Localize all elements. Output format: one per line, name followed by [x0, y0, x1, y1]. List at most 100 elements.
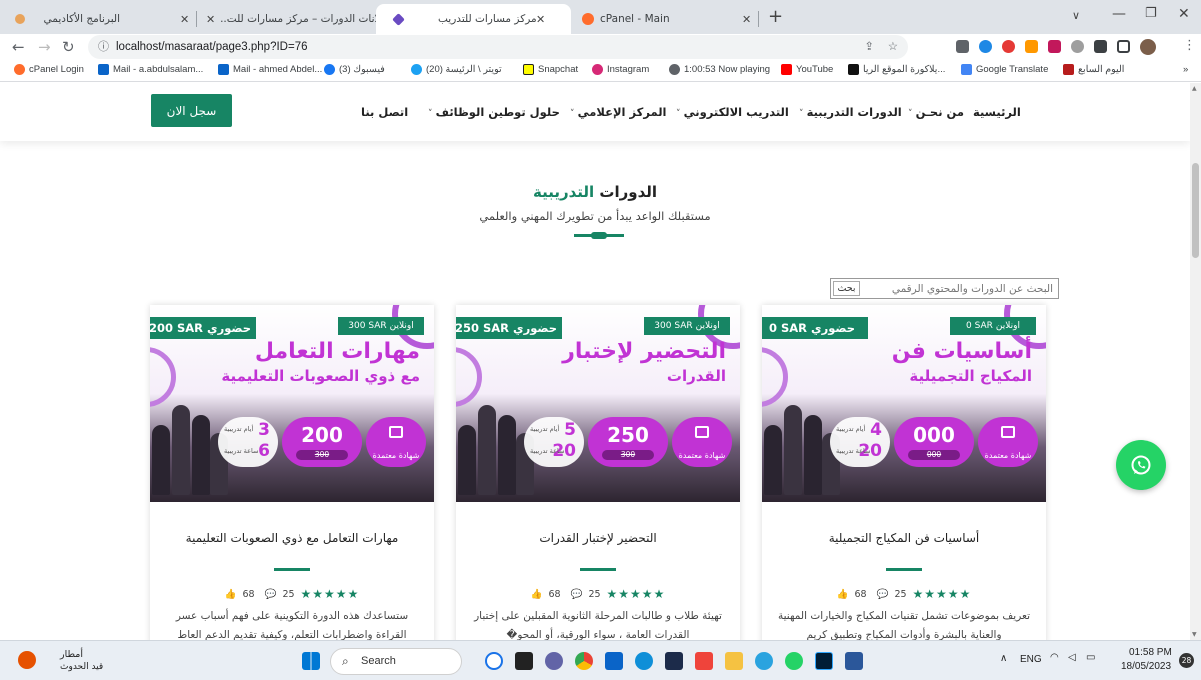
- teams-icon[interactable]: [545, 652, 563, 670]
- bookmark-item[interactable]: (20) تويتر \ الرئيسة: [411, 64, 502, 75]
- extension-icon[interactable]: [956, 40, 969, 53]
- course-title[interactable]: أساسيات فن المكياج التجميلية: [762, 531, 1046, 545]
- profile-avatar[interactable]: [1140, 39, 1156, 55]
- bookmark-item[interactable]: اليوم السابع: [1063, 64, 1124, 75]
- url-field[interactable]: ⓘ localhost/masaraat/page3.php?ID=76 ⇪ ☆: [88, 35, 908, 59]
- extension-icon[interactable]: [1071, 40, 1084, 53]
- browser-tab-3[interactable]: ✕ مركز مسارات للتدريب: [376, 4, 571, 34]
- search-button[interactable]: بحث: [833, 281, 860, 296]
- bookmarks-overflow-icon[interactable]: »: [1183, 64, 1188, 75]
- tab-close-icon[interactable]: ✕: [206, 13, 215, 26]
- tab-close-icon[interactable]: ✕: [180, 13, 189, 26]
- instagram-icon: [592, 64, 603, 75]
- clock-date[interactable]: 18/05/2023: [1121, 661, 1171, 672]
- extension-icon[interactable]: [979, 40, 992, 53]
- nav-home[interactable]: الرئيسية: [973, 105, 1021, 119]
- nav-media-center[interactable]: المركز الإعلامي ˅: [570, 105, 666, 119]
- nav-job-localization[interactable]: حلول توطين الوظائف ˅: [428, 105, 560, 119]
- whatsapp-button[interactable]: [1116, 440, 1166, 490]
- wifi-icon[interactable]: ◠: [1050, 652, 1059, 663]
- browser-tab-1[interactable]: ✕ البرنامج الأكاديمي: [0, 4, 200, 34]
- register-button[interactable]: سجل الان: [151, 94, 232, 127]
- new-tab-icon[interactable]: +: [768, 6, 783, 27]
- volume-icon[interactable]: ◁: [1068, 652, 1076, 663]
- file-explorer-icon[interactable]: [725, 652, 743, 670]
- share-icon[interactable]: ⇪: [864, 35, 874, 59]
- forward-icon[interactable]: →: [38, 38, 51, 56]
- maximize-icon[interactable]: ❐: [1145, 6, 1157, 21]
- bookmark-item[interactable]: YouTube: [781, 64, 833, 75]
- search-input[interactable]: [865, 279, 1057, 298]
- windows-start-icon[interactable]: [302, 652, 320, 670]
- clock-time[interactable]: 01:58 PM: [1129, 647, 1172, 658]
- bookmark-item[interactable]: Instagram: [592, 64, 649, 75]
- scroll-up-icon[interactable]: ▲: [1192, 85, 1197, 92]
- course-image[interactable]: اونلاين 0 SAR حضوري 0 SAR أساسيات فن الم…: [762, 305, 1046, 502]
- bookmark-item[interactable]: Google Translate: [961, 64, 1048, 75]
- tray-overflow-icon[interactable]: ∧: [1000, 653, 1007, 664]
- bookmark-item[interactable]: 1:00:53 Now playing: [669, 64, 770, 75]
- taskbar-search[interactable]: ⌕ Search: [330, 648, 462, 675]
- site-info-icon[interactable]: ⓘ: [98, 35, 109, 59]
- telegram-icon[interactable]: [755, 652, 773, 670]
- bookmark-item[interactable]: Snapchat: [523, 64, 578, 75]
- bing-icon[interactable]: [485, 652, 503, 670]
- anydesk-icon[interactable]: [695, 652, 713, 670]
- comments-icon[interactable]: 💬: [571, 589, 583, 600]
- scroll-down-icon[interactable]: ▼: [1192, 631, 1197, 638]
- extension-icon[interactable]: [1025, 40, 1038, 53]
- course-title[interactable]: التحضير لإختبار القدرات: [456, 531, 740, 545]
- bookmark-item[interactable]: Mail - a.abdulsalam...: [98, 64, 203, 75]
- photoshop-icon[interactable]: [815, 652, 833, 670]
- edge-icon[interactable]: [635, 652, 653, 670]
- battery-icon[interactable]: ▭: [1086, 652, 1095, 663]
- tab-search-icon[interactable]: ∨: [1072, 9, 1080, 22]
- task-view-icon[interactable]: [515, 652, 533, 670]
- comments-icon[interactable]: 💬: [877, 589, 889, 600]
- tab-close-icon[interactable]: ✕: [742, 13, 751, 26]
- extensions-puzzle-icon[interactable]: [1094, 40, 1107, 53]
- bookmark-item[interactable]: يلاكورة الموقع الريا...: [848, 64, 945, 75]
- chrome-icon[interactable]: [575, 652, 593, 670]
- likes-count: 68: [242, 588, 255, 600]
- course-card[interactable]: اونلاين 300 SAR حضوري 250 SAR التحضير لإ…: [456, 305, 740, 640]
- close-window-icon[interactable]: ✕: [1178, 6, 1190, 22]
- likes-icon[interactable]: 👍: [837, 589, 849, 600]
- bookmark-item[interactable]: cPanel Login: [14, 64, 84, 75]
- weather-widget[interactable]: أمطار قيد الحدوث: [18, 649, 108, 675]
- bookmark-item[interactable]: Mail - ahmed Abdel...: [218, 64, 322, 75]
- nav-contact[interactable]: اتصل بنا: [361, 105, 408, 119]
- likes-icon[interactable]: 👍: [225, 589, 237, 600]
- extension-icon[interactable]: [1002, 40, 1015, 53]
- nav-about[interactable]: من نحـن ˅: [908, 105, 964, 119]
- tab-close-icon[interactable]: ✕: [536, 13, 545, 26]
- outlook-icon[interactable]: [605, 652, 623, 670]
- online-price-badge: اونلاين 300 SAR: [338, 317, 424, 335]
- bookmark-star-icon[interactable]: ☆: [888, 35, 898, 59]
- side-panel-icon[interactable]: [1117, 40, 1130, 53]
- app-icon[interactable]: [665, 652, 683, 670]
- word-icon[interactable]: [845, 652, 863, 670]
- extension-icon[interactable]: [1048, 40, 1061, 53]
- whatsapp-taskbar-icon[interactable]: [785, 652, 803, 670]
- course-image[interactable]: اونلاين 300 SAR حضوري 200 SAR مهارات الت…: [150, 305, 434, 502]
- rating-stars: ★★★★★: [912, 587, 972, 601]
- page-scrollbar[interactable]: ▲ ▼: [1190, 83, 1201, 640]
- bookmark-item[interactable]: (3) فيسبوك: [324, 64, 385, 75]
- reload-icon[interactable]: ↻: [62, 38, 75, 56]
- course-title[interactable]: مهارات التعامل مع ذوي الصعوبات التعليمية: [150, 531, 434, 545]
- language-indicator[interactable]: ENG: [1020, 654, 1042, 665]
- nav-elearning[interactable]: التدريب الالكتروني ˅: [676, 105, 789, 119]
- course-card[interactable]: اونلاين 0 SAR حضوري 0 SAR أساسيات فن الم…: [762, 305, 1046, 640]
- course-card[interactable]: اونلاين 300 SAR حضوري 200 SAR مهارات الت…: [150, 305, 434, 640]
- comments-icon[interactable]: 💬: [265, 589, 277, 600]
- browser-menu-icon[interactable]: ⋮: [1183, 38, 1196, 53]
- browser-tab-4[interactable]: cPanel - Main ✕: [572, 4, 762, 34]
- course-image[interactable]: اونلاين 300 SAR حضوري 250 SAR التحضير لإ…: [456, 305, 740, 502]
- minimize-icon[interactable]: —: [1112, 6, 1126, 22]
- likes-icon[interactable]: 👍: [531, 589, 543, 600]
- notification-badge[interactable]: 28: [1179, 653, 1194, 668]
- nav-courses[interactable]: الدورات التدريبية ˅: [799, 105, 902, 119]
- scrollbar-thumb[interactable]: [1192, 163, 1199, 258]
- back-icon[interactable]: ←: [12, 38, 25, 56]
